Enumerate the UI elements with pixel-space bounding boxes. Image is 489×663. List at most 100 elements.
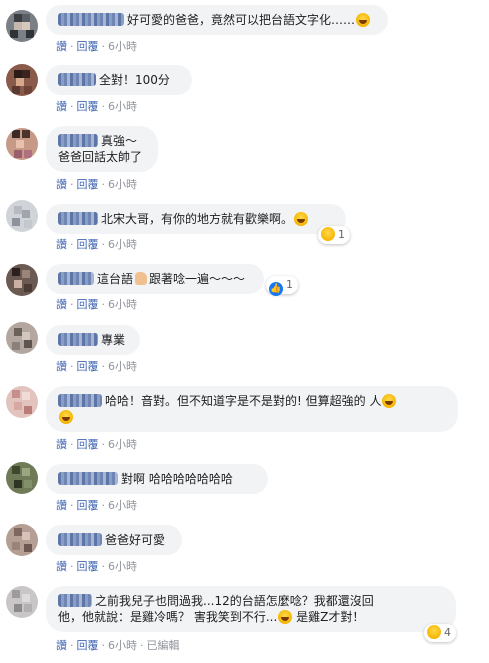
comment-actions: 讚 · 回覆 · 6小時 [56,236,137,252]
reaction-count: 4 [444,626,451,639]
author-name[interactable] [58,212,98,225]
separator: · [70,499,74,512]
avatar[interactable] [6,386,38,418]
separator: · [70,178,74,191]
author-name[interactable] [58,472,118,485]
separator: · [101,499,106,512]
author-name[interactable] [58,533,102,546]
comment-bubble: 好可愛的爸爸，竟然可以把台語文字化…… [46,5,388,35]
thumbs-up-hand-icon [135,272,148,285]
avatar[interactable] [6,322,38,354]
separator: · [140,639,144,652]
timestamp[interactable]: 6小時 [108,298,137,311]
like-link[interactable]: 讚 [56,360,67,373]
comment-text: 這台語 [97,272,134,286]
separator: · [70,639,74,652]
reply-link[interactable]: 回覆 [77,438,99,451]
comment-actions: 讚 · 回覆 · 6小時 [56,38,137,54]
like-link[interactable]: 讚 [56,499,67,512]
separator: · [70,100,74,113]
comment-bubble: 之前我兒子也問過我...12的台語怎麼唸？我都還沒回 他，他就說：是雞冷嗎？ 害… [46,586,456,632]
comment-actions: 讚 · 回覆 · 6小時 [56,558,137,574]
edited-label: 已編輯 [146,639,180,652]
laughing-face-icon [278,610,293,624]
reply-link[interactable]: 回覆 [77,639,99,652]
separator: · [101,298,106,311]
reaction-summary[interactable]: 👍 1 [266,276,298,296]
reply-link[interactable]: 回覆 [77,178,99,191]
avatar[interactable] [6,10,38,42]
comment-bubble: 真強～ 爸爸回話太帥了 [46,126,158,172]
avatar[interactable] [6,524,38,556]
timestamp[interactable]: 6小時 [108,639,137,652]
comment-actions: 讚 · 回覆 · 6小時 [56,497,137,513]
comment-text-line: 爸爸回話太帥了 [58,150,143,164]
reaction-count: 1 [286,278,293,291]
author-name[interactable] [58,394,102,407]
avatar[interactable] [6,264,38,296]
reaction-summary[interactable]: 4 [424,624,456,642]
comment-bubble: 對啊 哈哈哈哈哈哈哈 [46,464,268,494]
comment-text: 哈哈！音對。但不知道字是不是對的! 但算超強的 人 [105,394,382,408]
separator: · [101,238,106,251]
author-name[interactable] [58,73,96,86]
comment-text-line: 之前我兒子也問過我...12的台語怎麼唸？我都還沒回 [95,594,374,608]
separator: · [70,238,74,251]
author-name[interactable] [58,13,124,26]
like-link[interactable]: 讚 [56,639,67,652]
timestamp[interactable]: 6小時 [108,560,137,573]
reply-link[interactable]: 回覆 [77,560,99,573]
avatar[interactable] [6,128,38,160]
comment-text-line: 真強～ [101,134,138,148]
timestamp[interactable]: 6小時 [108,360,137,373]
reply-link[interactable]: 回覆 [77,360,99,373]
separator: · [70,560,74,573]
reaction-summary[interactable]: 1 [318,226,350,244]
comment-text: 跟著唸一遍～～～ [149,272,246,286]
author-name[interactable] [58,594,92,607]
comment-actions: 讚 · 回覆 · 6小時 [56,296,137,312]
like-link[interactable]: 讚 [56,100,67,113]
reply-link[interactable]: 回覆 [77,499,99,512]
like-link[interactable]: 讚 [56,438,67,451]
comment-actions: 讚 · 回覆 · 6小時 · 已編輯 [56,637,180,653]
reaction-count: 1 [338,228,345,241]
avatar[interactable] [6,586,38,618]
avatar[interactable] [6,200,38,232]
timestamp[interactable]: 6小時 [108,40,137,53]
comment-bubble: 專業 [46,325,140,355]
reply-link[interactable]: 回覆 [77,298,99,311]
reply-link[interactable]: 回覆 [77,100,99,113]
comment-bubble: 北宋大哥，有你的地方就有歡樂啊。 [46,204,346,234]
comment-text: 專業 [101,333,126,347]
timestamp[interactable]: 6小時 [108,238,137,251]
separator: · [101,360,106,373]
author-name[interactable] [58,272,94,285]
separator: · [101,639,106,652]
like-reaction-icon: 👍 [269,282,283,296]
timestamp[interactable]: 6小時 [108,100,137,113]
separator: · [101,100,106,113]
timestamp[interactable]: 6小時 [108,178,137,191]
like-link[interactable]: 讚 [56,178,67,191]
separator: · [101,40,106,53]
author-name[interactable] [58,134,98,147]
reply-link[interactable]: 回覆 [77,238,99,251]
reply-link[interactable]: 回覆 [77,40,99,53]
comment-text: 好可愛的爸爸，竟然可以把台語文字化…… [127,13,356,27]
timestamp[interactable]: 6小時 [108,438,137,451]
separator: · [101,560,106,573]
avatar[interactable] [6,64,38,96]
comment-text: 北宋大哥，有你的地方就有歡樂啊。 [101,212,294,226]
comment-actions: 讚 · 回覆 · 6小時 [56,176,137,192]
laughing-face-icon [382,394,397,408]
like-link[interactable]: 讚 [56,560,67,573]
like-link[interactable]: 讚 [56,238,67,251]
separator: · [70,40,74,53]
like-link[interactable]: 讚 [56,40,67,53]
like-link[interactable]: 讚 [56,298,67,311]
separator: · [101,438,106,451]
timestamp[interactable]: 6小時 [108,499,137,512]
avatar[interactable] [6,462,38,494]
author-name[interactable] [58,333,98,346]
